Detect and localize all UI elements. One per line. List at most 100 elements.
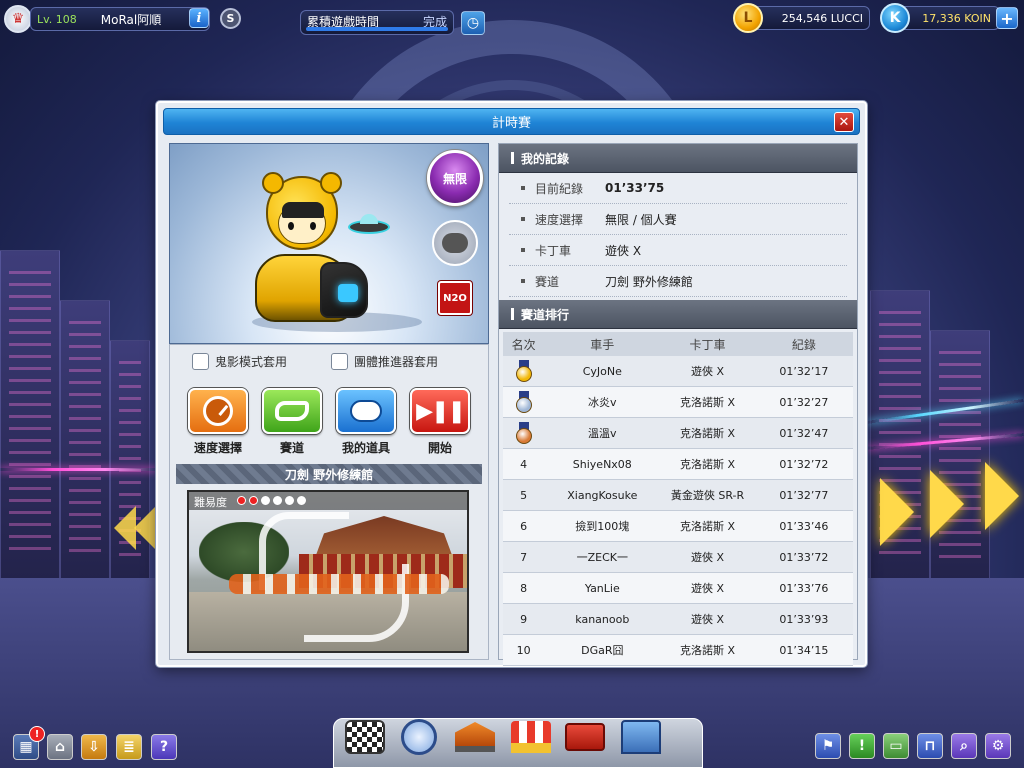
time-cell: 01’32’72 — [779, 457, 829, 471]
kart-cell: 克洛諾斯 X — [679, 427, 736, 440]
speed-mode-badge[interactable]: 無限 — [427, 150, 483, 206]
time-cell: 01’33’72 — [779, 550, 829, 564]
clock-icon[interactable]: ◷ — [461, 11, 485, 35]
kart-light — [338, 284, 358, 302]
player-info-bar: Lv. 108 MoRal阿順 — [30, 7, 210, 31]
bear-emblem-icon — [432, 220, 478, 266]
info-icon[interactable]: i — [189, 8, 209, 28]
play-pause-icon[interactable]: ▶❚❚ — [410, 388, 470, 434]
bullet-icon — [521, 279, 525, 283]
time-trial-window: 計時賽 ✕ 無限 N2O 鬼影模式套用 團體推進器套用 速度選擇 賽道 我的道具… — [156, 101, 867, 667]
ranking-column-headers: 名次 車手 卡丁車 紀錄 — [503, 332, 853, 356]
table-row[interactable]: CyJoNe 遊俠 X 01’32’17 — [503, 356, 853, 387]
track-select-button[interactable] — [262, 388, 322, 434]
search-icon[interactable]: ⌕ — [951, 733, 977, 759]
start-button[interactable]: ▶❚❚ — [410, 388, 470, 434]
flying-saucer-dome — [360, 214, 378, 224]
add-koin-button[interactable]: + — [996, 7, 1018, 29]
background-neon — [0, 468, 158, 471]
download-icon[interactable]: ⇩ — [81, 734, 107, 760]
alert-icon[interactable]: ! — [849, 733, 875, 759]
ranking-table: 名次 車手 卡丁車 紀錄 CyJoNe 遊俠 X 01’32’17 冰炎v 克洛諾斯 X… — [499, 329, 857, 666]
item-icon[interactable] — [336, 388, 396, 434]
help-icon[interactable]: ? — [151, 734, 177, 760]
ghost-mode-checkbox[interactable] — [192, 353, 209, 370]
record-row: 速度選擇 無限 / 個人賽 — [509, 204, 847, 235]
player-emblem-icon[interactable]: ♛ — [4, 5, 32, 33]
gold-medal-icon — [515, 360, 532, 382]
team-booster-label: 團體推進器套用 — [354, 355, 439, 369]
record-value: 無限 / 個人賽 — [605, 212, 677, 227]
kart-cell: 克洛諾斯 X — [679, 644, 736, 657]
difficulty-dot — [261, 496, 270, 505]
record-row: 賽道 刀劍 野外修練館 — [509, 266, 847, 297]
team-booster-checkbox[interactable] — [331, 353, 348, 370]
s-coin-icon[interactable]: S — [220, 8, 241, 29]
driver-cell: XiangKosuke — [567, 488, 638, 502]
close-button[interactable]: ✕ — [834, 112, 854, 132]
record-row: 卡丁車 遊俠 X — [509, 235, 847, 266]
track-icon[interactable] — [262, 388, 322, 434]
my-record-list: 目前紀錄 01’33’75 速度選擇 無限 / 個人賽 卡丁車 遊俠 X 賽道 刀劍 野外修練… — [499, 173, 857, 297]
player-name: MoRal阿順 — [100, 12, 162, 27]
background-building — [0, 250, 60, 580]
table-row[interactable]: 4 ShiyeNx08 克洛諾斯 X 01’32’72 — [503, 449, 853, 480]
ranking-rows: CyJoNe 遊俠 X 01’32’17 冰炎v 克洛諾斯 X 01’32’27 溫溫v 克洛… — [503, 356, 853, 666]
kart-cell: 遊俠 X — [690, 582, 725, 595]
track-preview-image: 難易度 — [187, 490, 469, 653]
ranking-title: 賽道排行 — [521, 307, 570, 322]
home-icon[interactable]: ⌂ — [47, 734, 73, 760]
n2o-booster-icon: N2O — [438, 281, 472, 315]
table-row[interactable]: 9 kananoob 遊俠 X 01’33’93 — [503, 604, 853, 635]
player-level: Lv. 108 — [37, 12, 77, 26]
table-row[interactable]: 7 一ZECK一 遊俠 X 01’33’72 — [503, 542, 853, 573]
record-label: 賽道 — [535, 274, 560, 289]
time-cell: 01’33’76 — [779, 581, 829, 595]
my-record-header: 我的記錄 — [499, 144, 857, 173]
kart-cell: 遊俠 X — [690, 613, 725, 626]
difficulty-dot — [297, 496, 306, 505]
background-chevron — [880, 478, 914, 546]
character-ear — [320, 172, 342, 194]
col-time: 紀錄 — [791, 337, 816, 352]
character-hair — [282, 202, 324, 218]
my-items-button[interactable] — [336, 388, 396, 434]
gear-icon[interactable]: ⚙ — [985, 733, 1011, 759]
table-row[interactable]: 6 撿到100塊 克洛諾斯 X 01’33’46 — [503, 511, 853, 542]
driver-cell: kananoob — [575, 612, 630, 626]
col-rank: 名次 — [511, 337, 536, 352]
ghost-mode-option[interactable]: 鬼影模式套用 — [192, 353, 287, 370]
table-row[interactable]: 5 XiangKosuke 黃金遊俠 SR-R 01’32’77 — [503, 480, 853, 511]
notes-icon[interactable]: ≣ — [116, 734, 142, 760]
toolbox-icon[interactable] — [562, 715, 608, 759]
team-booster-option[interactable]: 團體推進器套用 — [331, 353, 438, 370]
shop-icon[interactable] — [508, 715, 554, 759]
flag-icon[interactable]: ⚑ — [815, 733, 841, 759]
garage-icon[interactable] — [452, 715, 498, 759]
race-flag-kart-icon[interactable] — [342, 715, 388, 759]
speedometer-dock-icon[interactable] — [396, 715, 442, 759]
table-row[interactable]: 8 YanLie 遊俠 X 01’33’76 — [503, 573, 853, 604]
background-chevron — [930, 470, 964, 538]
club-building-icon[interactable] — [618, 715, 664, 759]
table-row[interactable]: 冰炎v 克洛諾斯 X 01’32’27 — [503, 387, 853, 418]
time-cell: 01’32’47 — [779, 426, 829, 440]
track-select-label: 賽道 — [279, 441, 304, 455]
table-row[interactable]: 10 DGaR囧 克洛諾斯 X 01’34’15 — [503, 635, 853, 666]
rank-cell: 8 — [520, 581, 528, 595]
chat-icon[interactable]: ▭ — [883, 733, 909, 759]
speedometer-icon[interactable] — [188, 388, 248, 434]
kart-preview: 無限 N2O — [169, 143, 489, 344]
ghost-mode-label: 鬼影模式套用 — [215, 355, 288, 369]
background-chevron — [134, 506, 156, 550]
kart-cell: 遊俠 X — [690, 551, 725, 564]
speed-select-label: 速度選擇 — [193, 441, 242, 455]
window-titlebar: 計時賽 ✕ — [163, 108, 860, 135]
record-value: 01’33’75 — [605, 181, 665, 195]
rank-cell — [503, 360, 544, 382]
board-icon[interactable]: ⊓ — [917, 733, 943, 759]
speed-select-button[interactable] — [188, 388, 248, 434]
table-row[interactable]: 溫溫v 克洛諾斯 X 01’32’47 — [503, 418, 853, 449]
lucci-amount: 254,546 LUCCI — [781, 11, 863, 25]
background-building — [60, 300, 110, 580]
